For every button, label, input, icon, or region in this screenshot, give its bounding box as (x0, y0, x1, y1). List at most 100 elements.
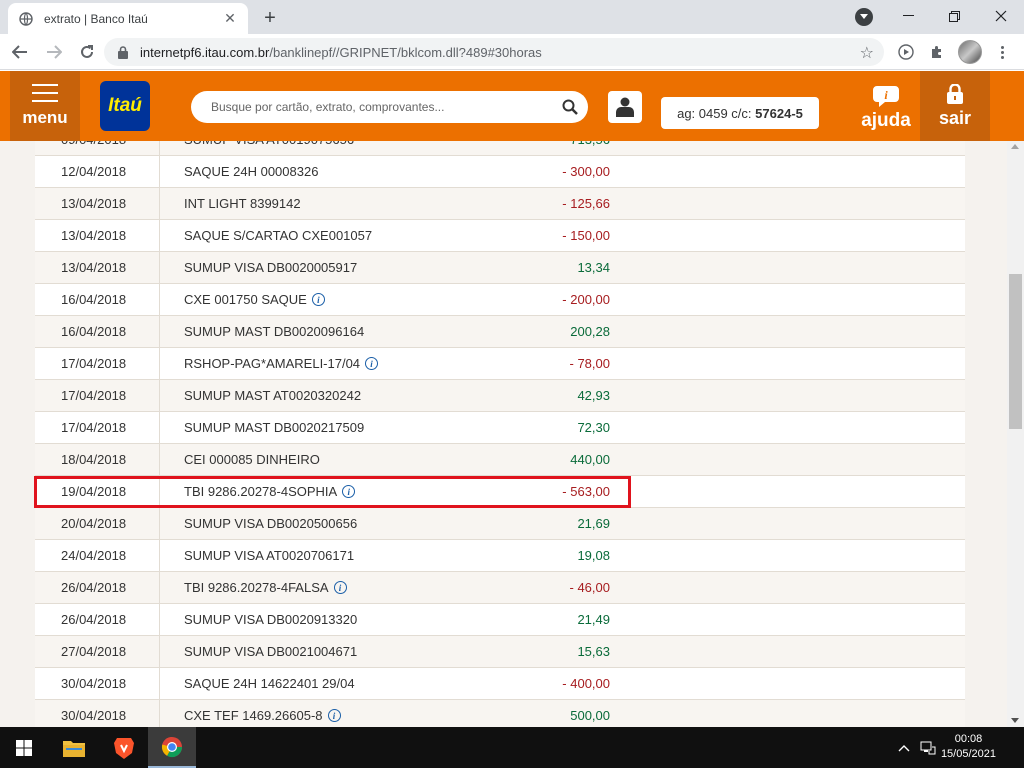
close-tab-icon[interactable]: ✕ (222, 10, 238, 27)
row-description-cell: SAQUE S/CARTAO CXE001057 (160, 228, 560, 243)
row-date: 16/04/2018 (35, 316, 160, 347)
row-date: 12/04/2018 (35, 156, 160, 187)
row-date: 13/04/2018 (35, 220, 160, 251)
row-date: 19/04/2018 (35, 476, 160, 507)
row-value: - 200,00 (562, 292, 610, 307)
row-description-cell: SUMUP MAST AT0020320242 (160, 388, 560, 403)
row-description: SUMUP VISA DB0020500656 (184, 516, 358, 531)
info-icon[interactable]: i (342, 485, 356, 498)
close-window-icon[interactable] (978, 0, 1023, 32)
exit-label: sair (938, 107, 972, 128)
logo-text: Itaú (108, 95, 142, 116)
row-description-cell: SUMUP MAST DB0020217509 (160, 420, 560, 435)
menu-button[interactable]: menu (10, 71, 80, 141)
bookmark-star-icon[interactable]: ☆ (860, 43, 874, 63)
row-description-cell: TBI 9286.20278-4FALSA i (160, 580, 560, 595)
account-info: ag: 0459 c/c: 57624-5 (661, 97, 819, 129)
row-description: SUMUP MAST DB0020096164 (184, 324, 365, 339)
row-description: CXE 001750 SAQUE (184, 292, 307, 307)
file-explorer-icon[interactable] (50, 727, 98, 768)
row-value: - 46,00 (569, 580, 610, 595)
clock-time: 00:08 (954, 733, 983, 745)
lock-icon (118, 45, 130, 59)
minimize-icon[interactable] (886, 0, 931, 32)
row-value: - 78,00 (569, 356, 610, 371)
statement-row: 16/04/2018 SUMUP MAST DB0020096164 200,28 (35, 316, 965, 348)
statement-row: 17/04/2018 RSHOP-PAG*AMARELI-17/04 i - 78,0… (35, 348, 965, 380)
row-description: SUMUP VISA AT0019075656 (184, 141, 354, 147)
info-icon[interactable]: i (327, 709, 341, 722)
row-description-cell: SUMUP VISA AT0019075656 (160, 141, 560, 147)
media-play-icon[interactable] (896, 42, 916, 62)
row-description: INT LIGHT 8399142 (184, 196, 301, 211)
reload-icon[interactable] (75, 40, 99, 64)
search-input[interactable] (211, 100, 551, 114)
scroll-down-arrow-icon[interactable] (1011, 718, 1019, 723)
row-description: SAQUE 24H 00008326 (184, 164, 319, 179)
tab-title: extrato | Banco Itaú (44, 11, 148, 26)
windows-start-icon[interactable] (0, 727, 48, 768)
row-description: SUMUP VISA DB0020005917 (184, 260, 358, 275)
statement-row: 27/04/2018 SUMUP VISA DB0021004671 15,63 (35, 636, 965, 668)
row-date: 17/04/2018 (35, 348, 160, 379)
address-bar[interactable]: internetpf6.itau.com.br/banklinepf//GRIP… (104, 38, 884, 66)
url-path: /banklinepf//GRIPNET/bklcom.dll?489#30ho… (269, 44, 542, 60)
scroll-up-arrow-icon[interactable] (1011, 144, 1019, 149)
row-value: - 125,66 (562, 196, 610, 211)
row-description-cell: SUMUP VISA DB0020913320 (160, 612, 560, 627)
tab-search-icon[interactable] (855, 8, 873, 26)
system-clock[interactable]: 00:08 15/05/2021 (941, 732, 996, 762)
row-date: 30/04/2018 (35, 668, 160, 699)
row-description-cell: CXE TEF 1469.26605-8 i (160, 708, 560, 723)
scroll-thumb[interactable] (1009, 274, 1022, 429)
tray-chevron-up-icon[interactable] (898, 741, 910, 755)
itau-logo[interactable]: Itaú (100, 81, 150, 131)
row-value: - 300,00 (562, 164, 610, 179)
network-icon[interactable] (920, 741, 936, 758)
row-date: 24/04/2018 (35, 540, 160, 571)
user-profile-button[interactable] (608, 91, 642, 123)
page-scrollbar[interactable] (1007, 141, 1024, 727)
new-tab-button[interactable]: + (258, 6, 282, 30)
row-value: 13,34 (577, 260, 610, 275)
row-description: SUMUP VISA DB0021004671 (184, 644, 358, 659)
browser-menu-icon[interactable] (992, 42, 1012, 62)
row-value: 21,49 (577, 612, 610, 627)
row-value: - 150,00 (562, 228, 610, 243)
search-box[interactable] (191, 91, 588, 123)
row-date: 18/04/2018 (35, 444, 160, 475)
row-description-cell: SUMUP MAST DB0020096164 (160, 324, 560, 339)
row-description: SAQUE S/CARTAO CXE001057 (184, 228, 373, 243)
url-host: internetpf6.itau.com.br (140, 44, 270, 60)
forward-arrow-icon[interactable] (42, 40, 66, 64)
statement-row: 13/04/2018 SAQUE S/CARTAO CXE001057 - 150,… (35, 220, 965, 252)
row-description-cell: SUMUP VISA DB0020500656 (160, 516, 560, 531)
row-description-cell: RSHOP-PAG*AMARELI-17/04 i (160, 356, 560, 371)
info-icon[interactable]: i (365, 357, 379, 370)
statement-row: 18/04/2018 CEI 000085 DINHEIRO 440,00 (35, 444, 965, 476)
search-icon[interactable] (562, 99, 578, 120)
browser-tab[interactable]: extrato | Banco Itaú ✕ (8, 3, 248, 34)
statement-table: 09/04/2018 SUMUP VISA AT0019075656 713,56 1… (35, 141, 965, 727)
statement-row: 26/04/2018 TBI 9286.20278-4FALSA i - 46,00 (35, 572, 965, 604)
exit-button[interactable]: sair (920, 71, 990, 141)
info-icon[interactable]: i (311, 293, 325, 306)
row-value: - 400,00 (562, 676, 610, 691)
profile-avatar[interactable] (958, 40, 982, 64)
chrome-icon[interactable] (148, 727, 196, 768)
info-icon[interactable]: i (333, 581, 347, 594)
help-button[interactable]: i ajuda (856, 77, 916, 137)
row-date: 17/04/2018 (35, 412, 160, 443)
row-description: CXE TEF 1469.26605-8 (184, 708, 323, 723)
extensions-puzzle-icon[interactable] (927, 42, 947, 62)
bank-header: menu Itaú ag: 0459 c/c: 57624-5 i ajuda … (0, 71, 1024, 141)
brave-browser-icon[interactable] (100, 727, 148, 768)
row-date: 26/04/2018 (35, 604, 160, 635)
row-description: SUMUP MAST AT0020320242 (184, 388, 362, 403)
statement-row: 30/04/2018 CXE TEF 1469.26605-8 i 500,00 (35, 700, 965, 727)
restore-icon[interactable] (932, 0, 977, 32)
row-description-cell: SAQUE 24H 14622401 29/04 (160, 676, 560, 691)
statement-row: 17/04/2018 SUMUP MAST AT0020320242 42,93 (35, 380, 965, 412)
row-description: TBI 9286.20278-4FALSA (184, 580, 329, 595)
back-arrow-icon[interactable] (8, 40, 32, 64)
